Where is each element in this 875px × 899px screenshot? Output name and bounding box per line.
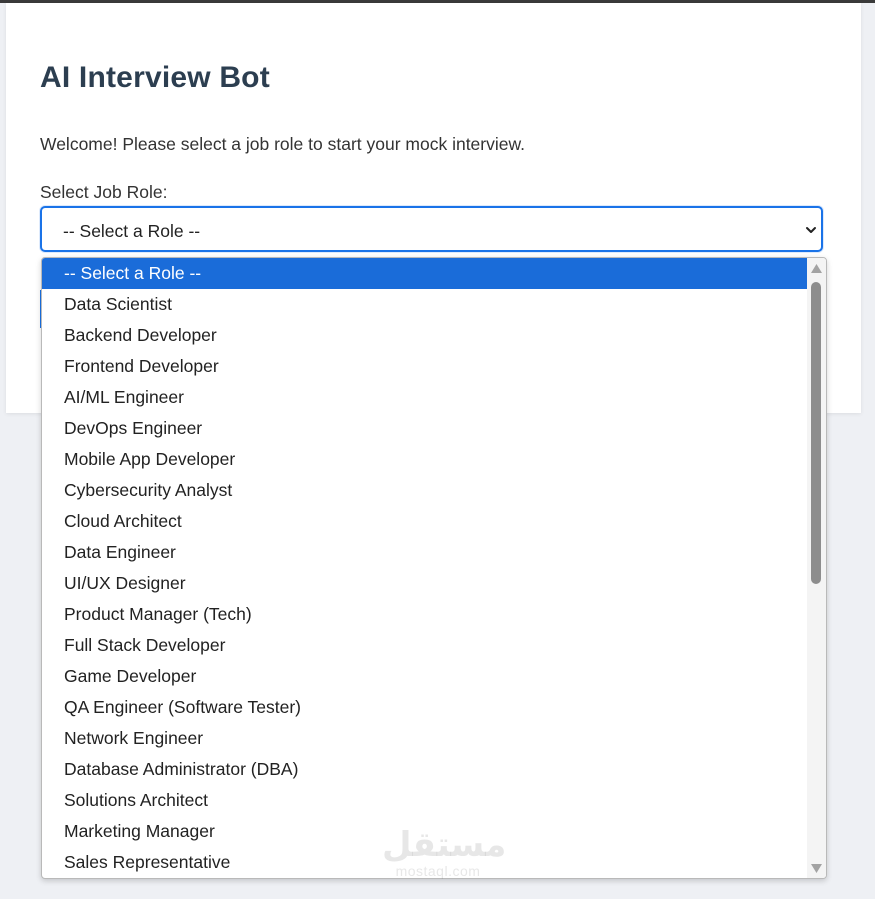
job-role-option[interactable]: Sales Representative: [42, 847, 808, 878]
chevron-down-icon: [806, 227, 816, 233]
triangle-down-icon[interactable]: [811, 864, 822, 873]
triangle-up-icon[interactable]: [811, 264, 822, 273]
job-role-select[interactable]: -- Select a Role --: [40, 206, 823, 252]
job-role-option[interactable]: UI/UX Designer: [42, 568, 808, 599]
dropdown-scrollbar[interactable]: [807, 258, 826, 878]
job-role-option[interactable]: Database Administrator (DBA): [42, 754, 808, 785]
job-role-dropdown: -- Select a Role -- Data Scientist Backend…: [41, 257, 827, 879]
job-role-option[interactable]: QA Engineer (Software Tester): [42, 692, 808, 723]
job-role-option[interactable]: -- Select a Role --: [42, 258, 808, 289]
job-role-option[interactable]: Solutions Architect: [42, 785, 808, 816]
job-role-option[interactable]: Mobile App Developer: [42, 444, 808, 475]
intro-text: Welcome! Please select a job role to sta…: [40, 134, 526, 154]
job-role-select-value: -- Select a Role --: [63, 221, 201, 241]
job-role-label: Select Job Role:: [40, 182, 168, 202]
job-role-option[interactable]: Frontend Developer: [42, 351, 808, 382]
job-role-option[interactable]: Full Stack Developer: [42, 630, 808, 661]
job-role-option[interactable]: Product Manager (Tech): [42, 599, 808, 630]
job-role-option[interactable]: Marketing Manager: [42, 816, 808, 847]
page-title: AI Interview Bot: [40, 61, 270, 94]
job-role-option[interactable]: Cybersecurity Analyst: [42, 475, 808, 506]
job-role-option[interactable]: Network Engineer: [42, 723, 808, 754]
job-role-option[interactable]: Data Engineer: [42, 537, 808, 568]
job-role-option[interactable]: Cloud Architect: [42, 506, 808, 537]
job-role-option-list: -- Select a Role -- Data Scientist Backend…: [42, 258, 808, 878]
scroll-thumb[interactable]: [811, 282, 821, 584]
job-role-option[interactable]: AI/ML Engineer: [42, 382, 808, 413]
job-role-option[interactable]: Data Scientist: [42, 289, 808, 320]
job-role-option[interactable]: Game Developer: [42, 661, 808, 692]
job-role-option[interactable]: Backend Developer: [42, 320, 808, 351]
job-role-option[interactable]: DevOps Engineer: [42, 413, 808, 444]
